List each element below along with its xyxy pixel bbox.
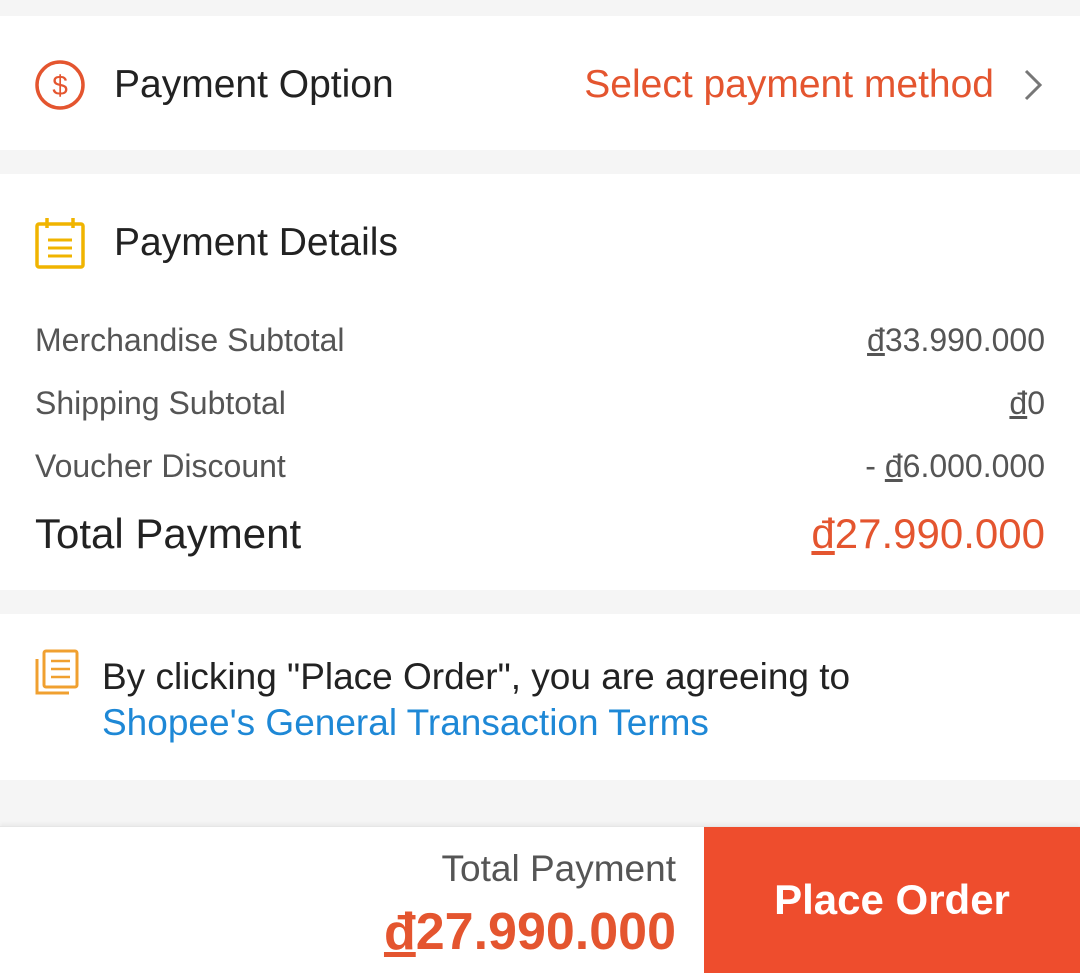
checkout-bottom-bar: Total Payment đ27.990.000 Place Order <box>0 826 1080 973</box>
select-payment-method-link[interactable]: Select payment method <box>584 60 994 110</box>
merchandise-subtotal-row: Merchandise Subtotal đ33.990.000 <box>35 318 1045 362</box>
place-order-button[interactable]: Place Order <box>704 827 1080 973</box>
voucher-discount-value: - đ6.000.000 <box>865 448 1045 484</box>
voucher-discount-row: Voucher Discount - đ6.000.000 <box>35 444 1045 488</box>
bottom-total-label: Total Payment <box>441 848 676 889</box>
voucher-discount-label: Voucher Discount <box>35 448 286 484</box>
shipping-subtotal-label: Shipping Subtotal <box>35 385 286 421</box>
general-transaction-terms-link[interactable]: Shopee's General Transaction Terms <box>102 702 709 743</box>
svg-text:$: $ <box>52 70 68 101</box>
document-icon <box>35 649 79 695</box>
total-payment-row: Total Payment đ27.990.000 <box>35 506 1045 562</box>
terms-text: By clicking "Place Order", you are agree… <box>102 654 1042 746</box>
total-payment-value: đ27.990.000 <box>811 510 1045 557</box>
shipping-subtotal-row: Shipping Subtotal đ0 <box>35 381 1045 425</box>
payment-details-section: Payment Details Merchandise Subtotal đ33… <box>0 174 1080 590</box>
merchandise-subtotal-label: Merchandise Subtotal <box>35 322 345 358</box>
merchandise-subtotal-value: đ33.990.000 <box>867 322 1045 358</box>
terms-section: By clicking "Place Order", you are agree… <box>0 614 1080 780</box>
total-payment-label: Total Payment <box>35 510 302 557</box>
payment-option-title: Payment Option <box>114 63 394 106</box>
shipping-subtotal-value: đ0 <box>1009 385 1045 421</box>
dollar-circle-icon: $ <box>35 60 85 110</box>
calendar-note-icon <box>35 218 85 269</box>
chevron-right-icon[interactable] <box>1022 67 1044 103</box>
bottom-total-value: đ27.990.000 <box>383 903 676 961</box>
payment-option-row[interactable]: $ Payment Option Select payment method <box>0 16 1080 150</box>
payment-details-title: Payment Details <box>114 221 398 264</box>
terms-statement: By clicking "Place Order", you are agree… <box>102 656 851 697</box>
